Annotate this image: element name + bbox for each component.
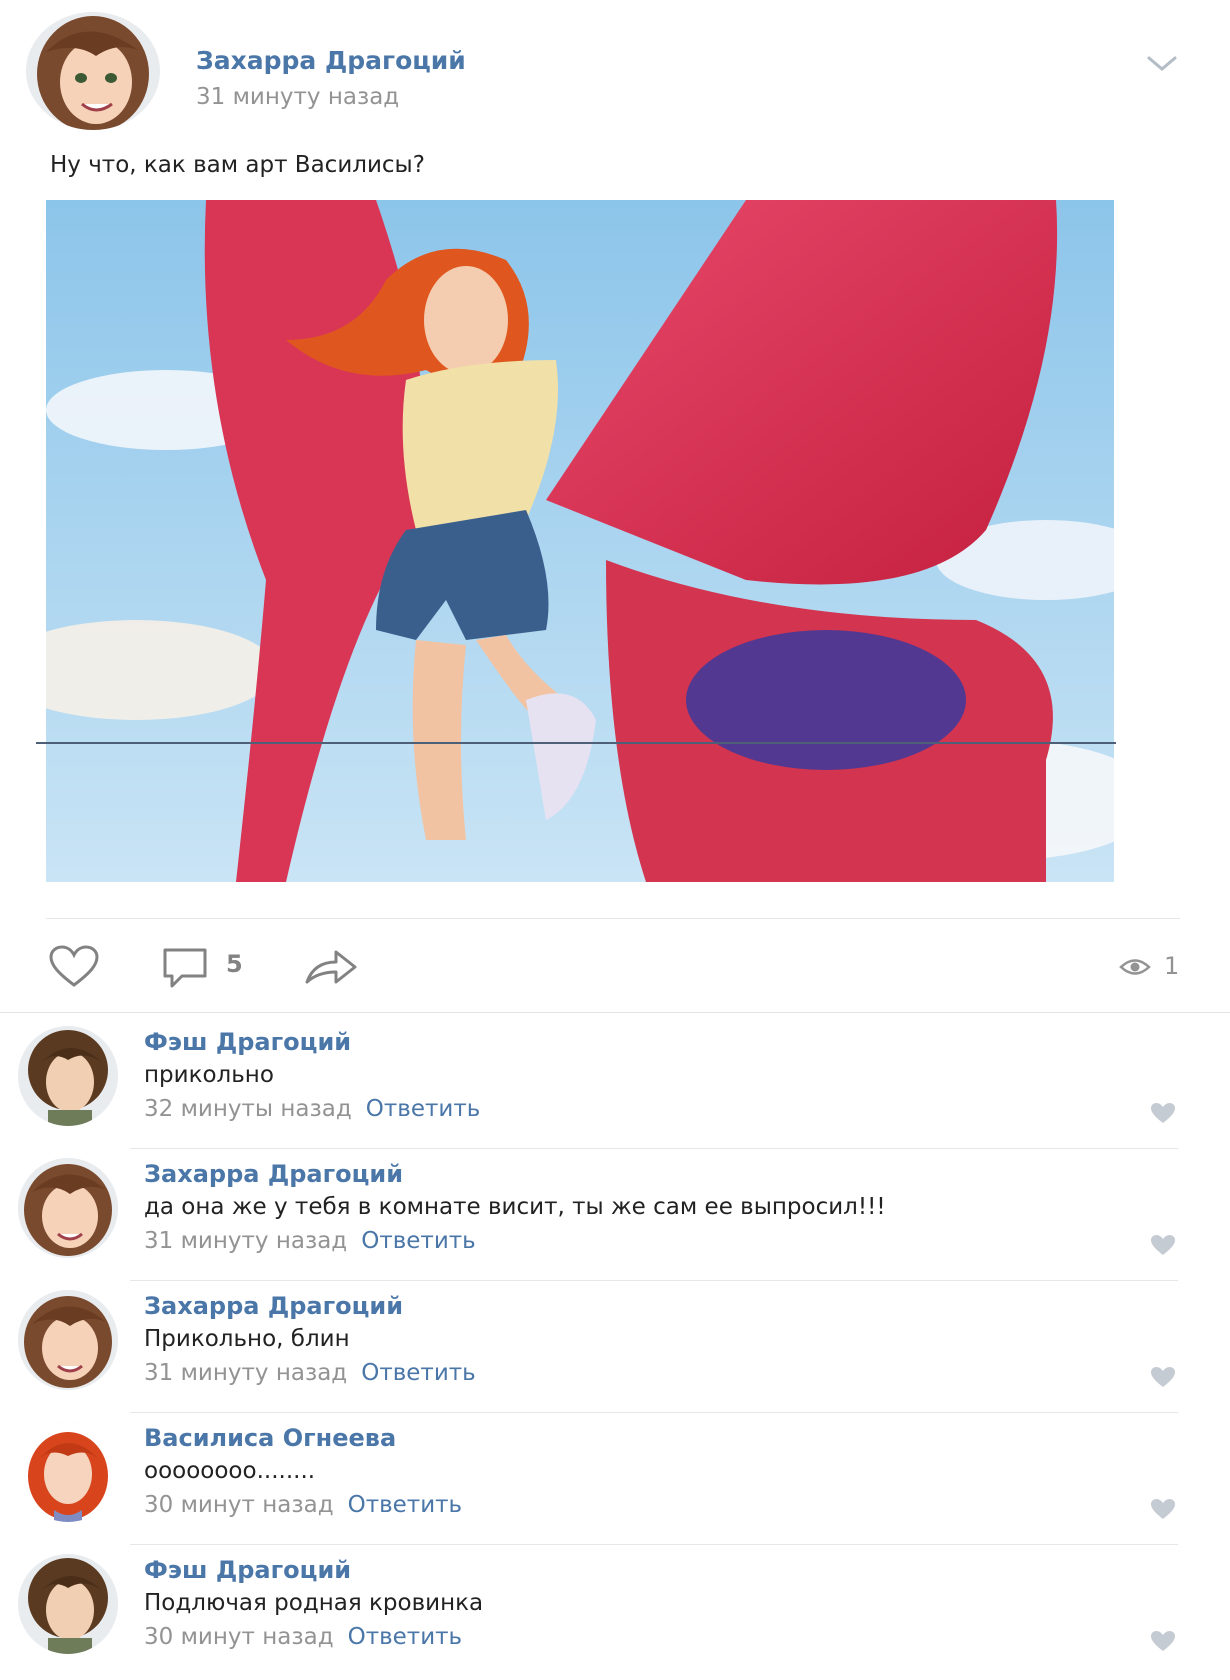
reply-button[interactable]: Ответить <box>361 1228 476 1254</box>
heart-icon[interactable] <box>1150 1630 1176 1652</box>
heart-icon[interactable] <box>1150 1498 1176 1520</box>
comment-text: прикольно <box>144 1062 274 1088</box>
eye-icon <box>1119 959 1151 975</box>
divider <box>130 1544 1178 1545</box>
comment-text: оооооооо........ <box>144 1458 316 1484</box>
divider <box>0 1012 1230 1013</box>
reply-button[interactable]: Ответить <box>366 1096 481 1122</box>
reply-button[interactable]: Ответить <box>361 1360 476 1386</box>
post-image[interactable] <box>46 200 1114 882</box>
comment-author[interactable]: Захарра Драгоций <box>144 1160 403 1188</box>
wall-post: Захарра Драгоций 31 минуту назад Ну что,… <box>0 0 1230 1680</box>
reply-button[interactable]: Ответить <box>348 1624 463 1650</box>
comment-meta: 30 минут назад Ответить <box>144 1492 462 1518</box>
commenter-avatar[interactable] <box>18 1554 118 1654</box>
comment-time[interactable]: 31 минуту назад <box>144 1360 347 1386</box>
comment-author[interactable]: Захарра Драгоций <box>144 1292 403 1320</box>
heart-icon <box>49 945 99 987</box>
comment-meta: 30 минут назад Ответить <box>144 1624 462 1650</box>
comment-time[interactable]: 30 минут назад <box>144 1492 334 1518</box>
comment-item: Захарра Драгоций Прикольно, блин 31 мину… <box>0 1282 1230 1414</box>
views-counter: 1 <box>1118 950 1188 984</box>
comment-meta: 32 минуты назад Ответить <box>144 1096 480 1122</box>
comment-author[interactable]: Фэш Драгоций <box>144 1028 351 1056</box>
post-author-name[interactable]: Захарра Драгоций <box>196 46 466 75</box>
commenter-avatar[interactable] <box>18 1290 118 1390</box>
reply-button[interactable]: Ответить <box>348 1492 463 1518</box>
comment-meta: 31 минуту назад Ответить <box>144 1228 476 1254</box>
comment-text: Прикольно, блин <box>144 1326 350 1352</box>
comment-author[interactable]: Фэш Драгоций <box>144 1556 351 1584</box>
share-icon <box>305 950 357 984</box>
commenter-avatar[interactable] <box>18 1158 118 1258</box>
like-button[interactable] <box>48 945 100 989</box>
views-count: 1 <box>1164 952 1180 980</box>
commenter-avatar[interactable] <box>18 1422 118 1522</box>
comment-meta: 31 минуту назад Ответить <box>144 1360 476 1386</box>
comment-count: 5 <box>226 950 243 978</box>
comment-icon <box>163 948 207 988</box>
heart-icon[interactable] <box>1150 1102 1176 1124</box>
comment-time[interactable]: 31 минуту назад <box>144 1228 347 1254</box>
comment-item: Фэш Драгоций прикольно 32 минуты назад От… <box>0 1018 1230 1150</box>
comment-item: Фэш Драгоций Подлючая родная кровинка 30… <box>0 1546 1230 1678</box>
comment-time[interactable]: 32 минуты назад <box>144 1096 352 1122</box>
share-button[interactable] <box>304 948 358 986</box>
chevron-down-icon[interactable] <box>1145 52 1179 76</box>
divider <box>130 1412 1178 1413</box>
commenter-avatar[interactable] <box>18 1026 118 1126</box>
author-avatar[interactable] <box>26 12 160 130</box>
comment-text: да она же у тебя в комнате висит, ты же … <box>144 1194 886 1220</box>
comment-text: Подлючая родная кровинка <box>144 1590 484 1616</box>
comment-author[interactable]: Василиса Огнеева <box>144 1424 396 1452</box>
heart-icon[interactable] <box>1150 1234 1176 1256</box>
comment-item: Захарра Драгоций да она же у тебя в комн… <box>0 1150 1230 1282</box>
divider <box>130 1280 1178 1281</box>
comment-button[interactable]: 5 <box>162 946 252 990</box>
post-text: Ну что, как вам арт Василисы? <box>50 152 425 178</box>
heart-icon[interactable] <box>1150 1366 1176 1388</box>
comment-item: Василиса Огнеева оооооооо........ 30 мин… <box>0 1414 1230 1546</box>
divider <box>130 1148 1178 1149</box>
image-overlay-line <box>36 742 1116 744</box>
divider <box>46 918 1180 919</box>
comment-time[interactable]: 30 минут назад <box>144 1624 334 1650</box>
post-timestamp[interactable]: 31 минуту назад <box>196 84 399 110</box>
